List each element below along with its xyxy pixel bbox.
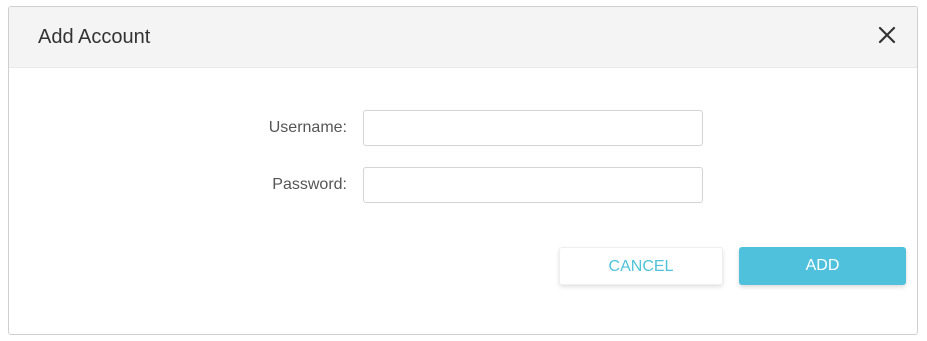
username-label: Username: [268, 119, 347, 136]
close-icon [878, 26, 896, 44]
password-row: Password: [9, 167, 917, 203]
add-account-dialog: Add Account Username: Password: CANCEL A… [8, 6, 918, 335]
dialog-header: Add Account [9, 7, 917, 68]
dialog-title: Add Account [38, 26, 151, 48]
password-input[interactable] [363, 167, 703, 203]
username-input[interactable] [363, 110, 703, 146]
close-button[interactable] [875, 23, 899, 47]
cancel-button[interactable]: CANCEL [559, 247, 723, 285]
password-label: Password: [272, 176, 347, 193]
username-row: Username: [9, 110, 917, 146]
add-button[interactable]: ADD [739, 247, 906, 285]
